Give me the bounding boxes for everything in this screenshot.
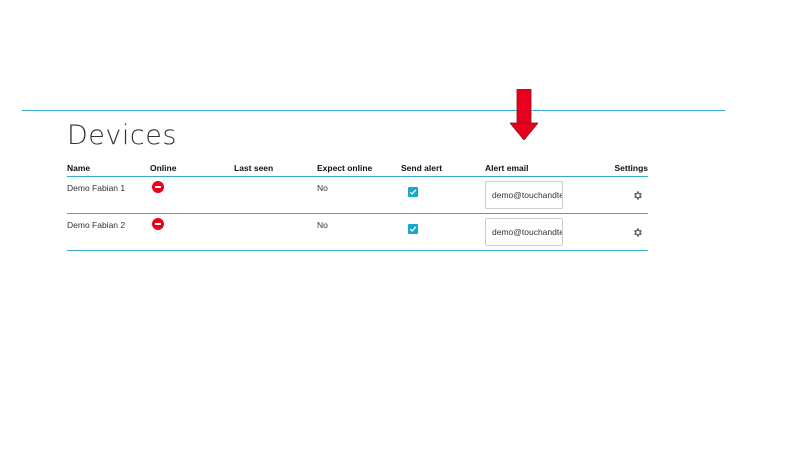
offline-icon [152,181,164,193]
send-alert-checkbox[interactable] [408,187,418,197]
devices-table: Name Online Last seen Expect online Send… [67,160,648,251]
device-name: Demo Fabian 1 [67,183,126,193]
table-row: Demo Fabian 2 No [67,214,648,251]
column-header-send-alert[interactable]: Send alert [401,163,442,173]
send-alert-checkbox[interactable] [408,224,418,234]
column-header-expect-online[interactable]: Expect online [317,163,372,173]
column-header-last-seen[interactable]: Last seen [234,163,273,173]
page-title: Devices [67,120,177,151]
gear-icon[interactable] [632,190,643,201]
top-divider [22,110,725,111]
table-row: Demo Fabian 1 No [67,177,648,214]
table-header: Name Online Last seen Expect online Send… [67,160,648,177]
alert-email-input[interactable] [485,181,563,209]
device-name: Demo Fabian 2 [67,220,126,230]
check-icon [409,226,417,232]
alert-email-input[interactable] [485,218,563,246]
expect-online: No [317,220,328,230]
column-header-settings[interactable]: Settings [614,163,648,173]
page: Devices Name Online Last seen Expect onl… [0,0,800,450]
expect-online: No [317,183,328,193]
column-header-name[interactable]: Name [67,163,90,173]
gear-icon[interactable] [632,227,643,238]
down-arrow-icon [510,89,538,140]
offline-icon [152,218,164,230]
column-header-online[interactable]: Online [150,163,176,173]
check-icon [409,189,417,195]
column-header-alert-email[interactable]: Alert email [485,163,528,173]
